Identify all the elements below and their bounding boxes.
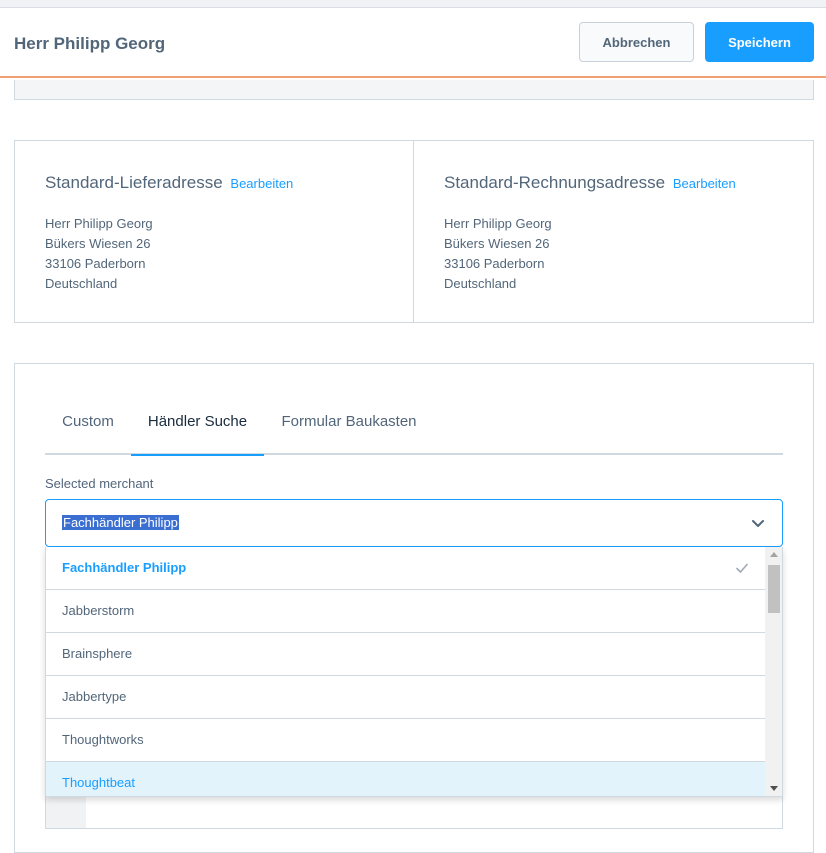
- shipping-address-heading: Standard-Lieferadresse Bearbeiten: [45, 173, 293, 193]
- save-button[interactable]: Speichern: [705, 22, 814, 62]
- billing-address-column: Standard-Rechnungsadresse Bearbeiten Her…: [414, 141, 813, 322]
- shipping-address-column: Standard-Lieferadresse Bearbeiten Herr P…: [15, 141, 414, 322]
- shipping-address-title: Standard-Lieferadresse: [45, 173, 223, 192]
- edit-billing-address-link[interactable]: Bearbeiten: [673, 176, 736, 191]
- billing-address-title: Standard-Rechnungsadresse: [444, 173, 666, 192]
- merchant-option-label: Thoughtbeat: [62, 775, 136, 790]
- merchant-option[interactable]: Thoughtworks: [46, 719, 765, 762]
- billing-address-heading: Standard-Rechnungsadresse Bearbeiten: [444, 173, 736, 193]
- address-line: Deutschland: [45, 276, 118, 291]
- tab-bar: Custom Händler Suche Formular Baukasten: [45, 394, 783, 456]
- address-line: Deutschland: [444, 276, 517, 291]
- top-strip: [0, 0, 826, 8]
- address-line: Herr Philipp Georg: [45, 216, 153, 231]
- shipping-address-lines: Herr Philipp Georg Bükers Wiesen 26 3310…: [45, 214, 153, 294]
- field-prefix: [46, 795, 86, 828]
- edit-shipping-address-link[interactable]: Bearbeiten: [230, 176, 293, 191]
- merchant-option-hovered[interactable]: Thoughtbeat: [46, 762, 765, 796]
- merchant-option-label: Jabberstorm: [62, 603, 135, 618]
- address-card: Standard-Lieferadresse Bearbeiten Herr P…: [14, 140, 814, 323]
- merchant-dropdown: Fachhändler Philipp Jabberstorm Brainsph…: [45, 547, 783, 797]
- merchant-select-value: Fachhändler Philipp: [62, 515, 179, 530]
- merchant-option-label: Brainsphere: [62, 646, 133, 661]
- billing-address-lines: Herr Philipp Georg Bükers Wiesen 26 3310…: [444, 214, 552, 294]
- tab-haendler-suche[interactable]: Händler Suche: [131, 394, 264, 456]
- merchant-option[interactable]: Brainsphere: [46, 633, 765, 676]
- selected-merchant-label: Selected merchant: [45, 476, 154, 491]
- hidden-field: [45, 794, 783, 829]
- merchant-option[interactable]: Jabberstorm: [46, 590, 765, 633]
- address-line: 33106 Paderborn: [45, 256, 146, 271]
- dropdown-scrollbar[interactable]: [765, 547, 782, 796]
- merchant-option-label: Jabbertype: [62, 689, 127, 704]
- scrollbar-thumb[interactable]: [768, 565, 780, 613]
- merchant-option-label: Thoughtworks: [62, 732, 144, 747]
- address-line: Bükers Wiesen 26: [45, 236, 151, 251]
- page-title: Herr Philipp Georg: [14, 34, 166, 53]
- merchant-option[interactable]: Jabbertype: [46, 676, 765, 719]
- tab-formular-baukasten[interactable]: Formular Baukasten: [264, 394, 434, 455]
- scroll-down-arrow-icon[interactable]: [770, 786, 778, 791]
- check-icon: [736, 563, 748, 573]
- merchant-option[interactable]: Fachhändler Philipp: [46, 547, 765, 590]
- merchant-select[interactable]: Fachhändler Philipp: [45, 499, 783, 547]
- address-line: 33106 Paderborn: [444, 256, 545, 271]
- merchant-option-label: Fachhändler Philipp: [62, 560, 187, 575]
- cancel-button[interactable]: Abbrechen: [579, 22, 694, 62]
- collapsed-card-bottom: [14, 80, 814, 100]
- tab-custom[interactable]: Custom: [45, 394, 131, 455]
- page-header: Herr Philipp Georg Abbrechen Speichern: [0, 8, 826, 78]
- scroll-up-arrow-icon[interactable]: [770, 552, 778, 557]
- address-line: Herr Philipp Georg: [444, 216, 552, 231]
- chevron-down-icon[interactable]: [750, 515, 766, 531]
- address-line: Bükers Wiesen 26: [444, 236, 550, 251]
